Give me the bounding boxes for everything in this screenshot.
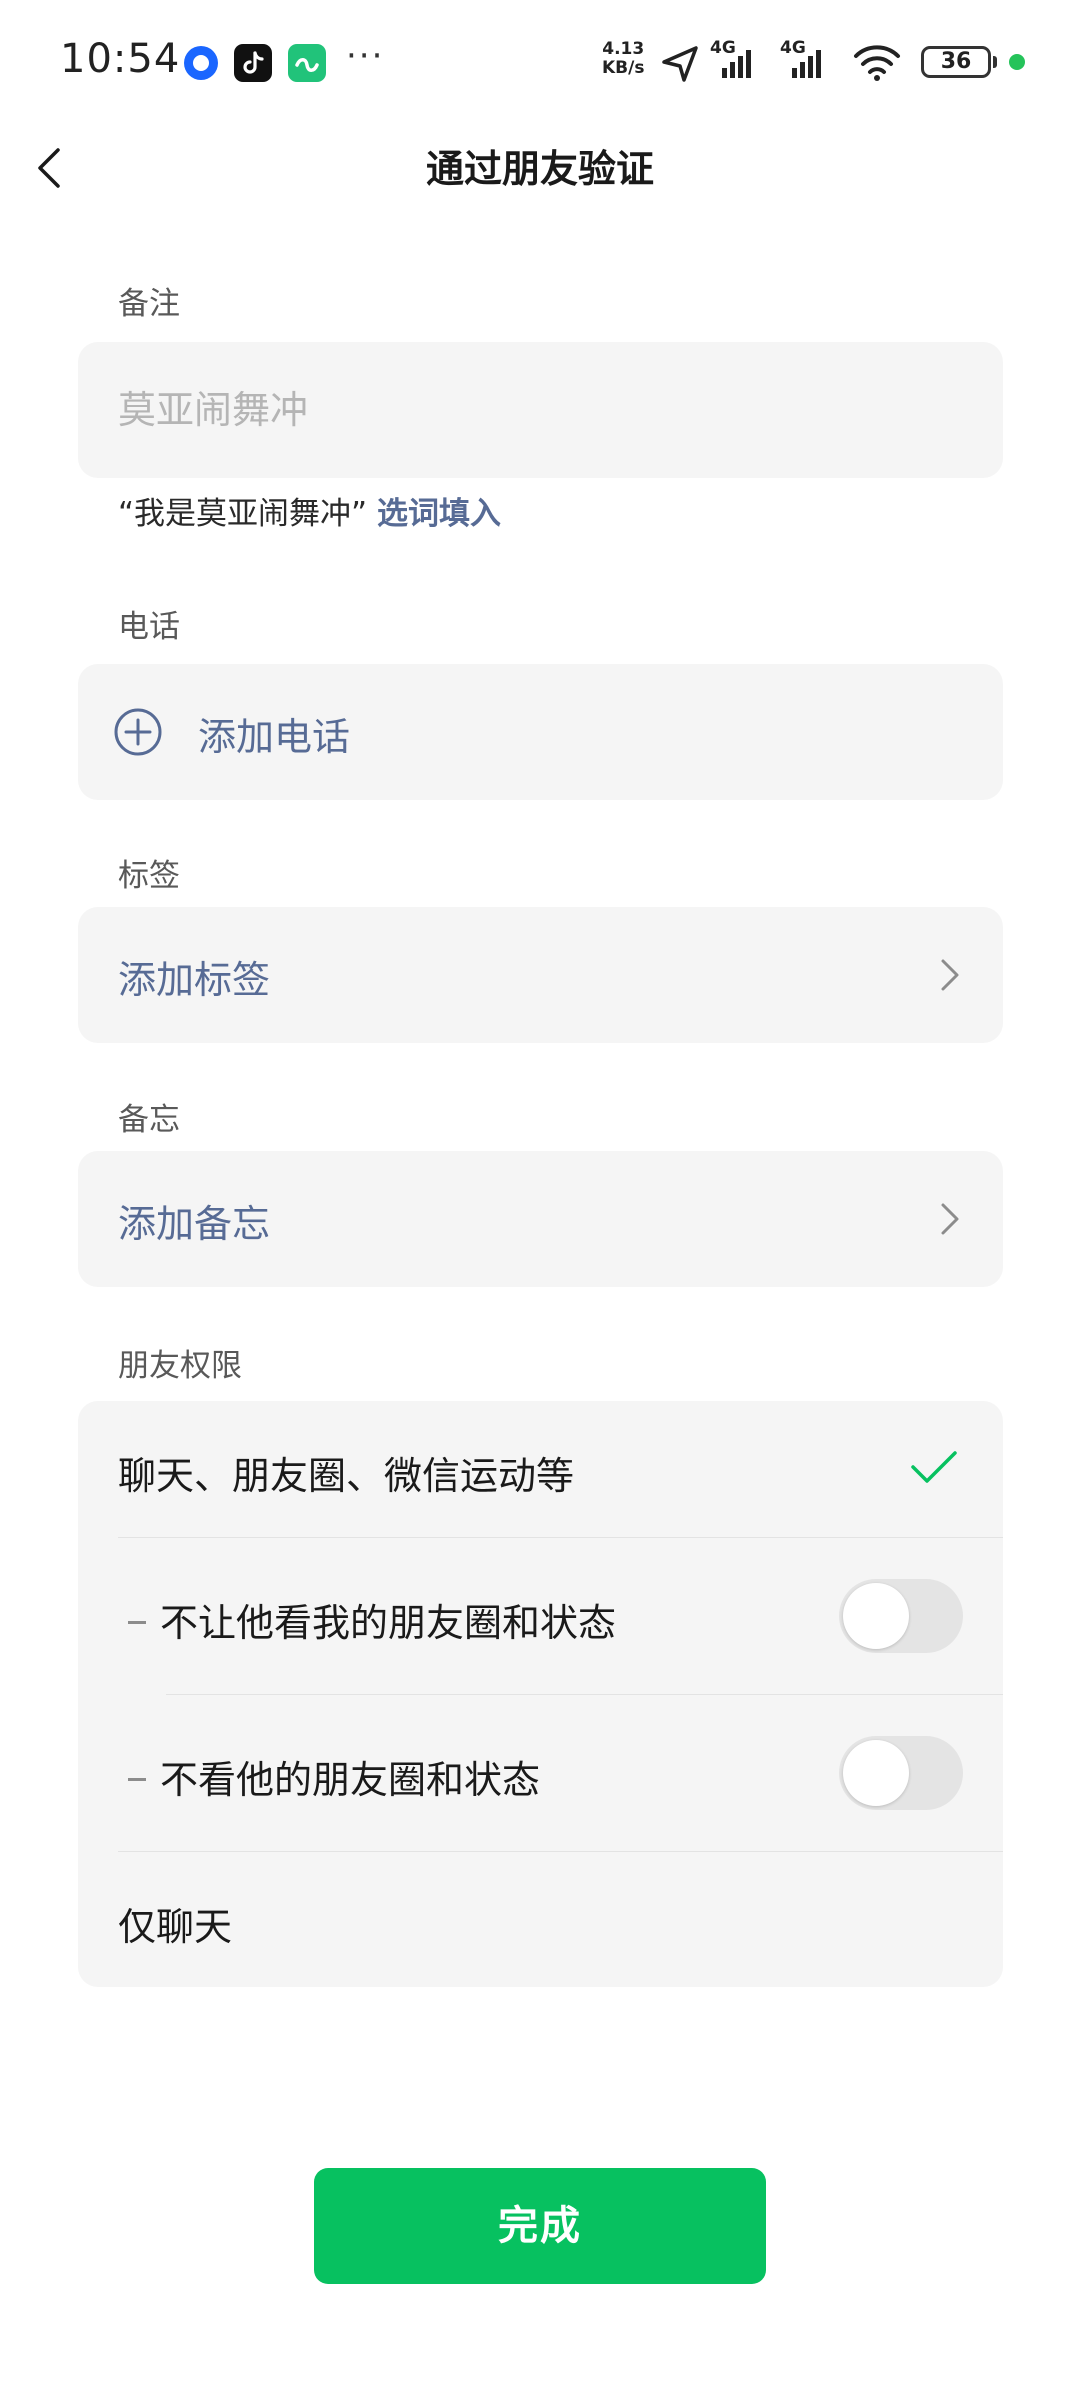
- checkmark-icon: [911, 1451, 957, 1483]
- fill-in-suggestion-link[interactable]: 选词填入: [377, 496, 501, 532]
- memo-label: 备忘: [118, 1102, 180, 1138]
- status-time: 10:54: [60, 36, 181, 82]
- hide-my-moments-toggle[interactable]: [839, 1579, 963, 1653]
- network-speed: 4.13 KB/s: [602, 40, 644, 78]
- permission-hide-their-moments-row: 不看他的朋友圈和状态: [78, 1695, 1003, 1851]
- add-memo-row[interactable]: 添加备忘: [78, 1151, 1003, 1287]
- more-notifications-icon: ···: [346, 36, 385, 76]
- permission-option-chat-only-label: 仅聊天: [118, 1905, 233, 1949]
- battery-icon: 36: [921, 46, 997, 78]
- toggle-knob: [843, 1740, 909, 1806]
- permission-option-all-label: 聊天、朋友圈、微信运动等: [118, 1454, 575, 1498]
- remark-card: [78, 342, 1003, 478]
- green-app-icon: [288, 44, 326, 82]
- add-phone-row[interactable]: 添加电话: [78, 664, 1003, 800]
- add-tag-row[interactable]: 添加标签: [78, 907, 1003, 1043]
- browser-app-icon: [184, 46, 218, 80]
- tags-label: 标签: [118, 858, 180, 894]
- network-speed-unit: KB/s: [602, 58, 645, 78]
- phone-label: 电话: [118, 609, 180, 645]
- network-type-1: 4G: [710, 38, 736, 58]
- toggle-knob: [843, 1583, 909, 1649]
- wifi-icon: [854, 45, 900, 74]
- dash-marker: [128, 1621, 146, 1624]
- permissions-card: 聊天、朋友圈、微信运动等 不让他看我的朋友圈和状态 不看他的朋友圈和状态 仅聊天: [78, 1401, 1003, 1987]
- permission-hide-their-moments: 不看他的朋友圈和状态: [128, 1749, 540, 1804]
- add-memo-text: 添加备忘: [118, 1202, 271, 1246]
- permission-hide-their-moments-label: 不看他的朋友圈和状态: [160, 1758, 541, 1802]
- remark-input[interactable]: [118, 342, 958, 478]
- hide-their-moments-toggle[interactable]: [839, 1736, 963, 1810]
- add-phone-text: 添加电话: [198, 715, 351, 759]
- status-bar: 10:54 ··· 4.13 KB/s 4G 4G 36: [0, 0, 1080, 120]
- permission-option-chat-only[interactable]: 仅聊天: [78, 1852, 1003, 1987]
- chevron-right-icon: [941, 1203, 959, 1235]
- remark-hint-text: “我是莫亚闹舞冲”: [118, 496, 368, 532]
- network-speed-value: 4.13: [602, 39, 645, 59]
- done-button[interactable]: 完成: [314, 2168, 766, 2284]
- network-type-2: 4G: [780, 38, 806, 58]
- dash-marker: [128, 1778, 146, 1781]
- permission-hide-my-moments-row: 不让他看我的朋友圈和状态: [78, 1538, 1003, 1694]
- add-circle-icon: [114, 708, 162, 756]
- chevron-right-icon: [941, 959, 959, 991]
- add-tag-text: 添加标签: [118, 958, 271, 1002]
- privacy-indicator-dot: [1009, 54, 1025, 70]
- location-icon: [662, 46, 698, 82]
- page-title: 通过朋友验证: [425, 147, 654, 191]
- remark-hint: “我是莫亚闹舞冲” 选词填入: [118, 488, 501, 533]
- tiktok-app-icon: [234, 44, 272, 82]
- permissions-label: 朋友权限: [118, 1348, 242, 1384]
- permission-option-all[interactable]: 聊天、朋友圈、微信运动等: [78, 1401, 1003, 1537]
- permission-hide-my-moments: 不让他看我的朋友圈和状态: [128, 1592, 616, 1647]
- permission-hide-my-moments-label: 不让他看我的朋友圈和状态: [160, 1601, 617, 1645]
- remark-label: 备注: [118, 286, 180, 322]
